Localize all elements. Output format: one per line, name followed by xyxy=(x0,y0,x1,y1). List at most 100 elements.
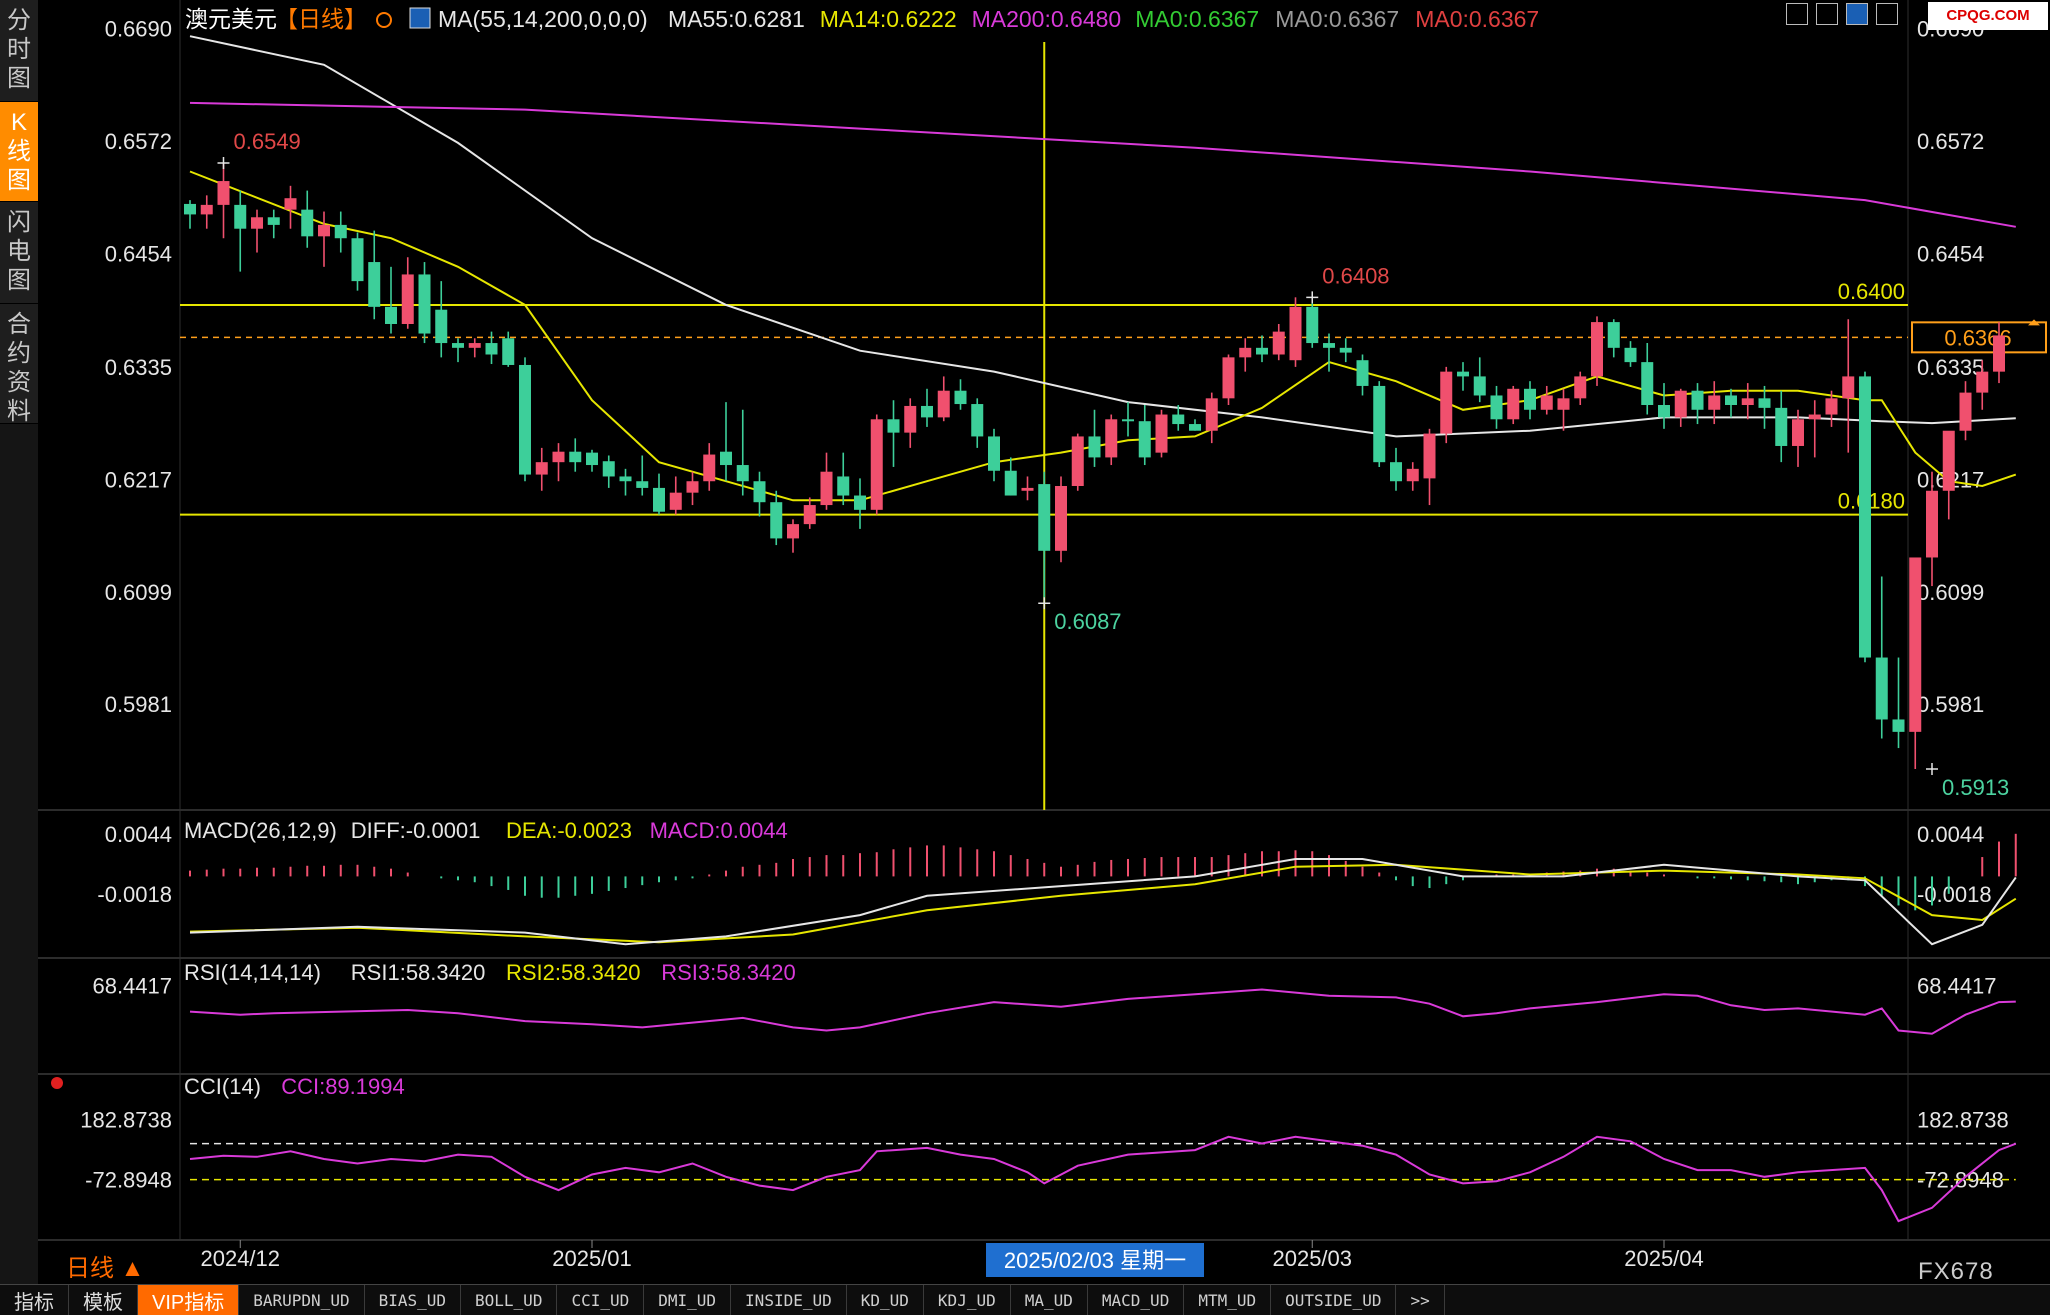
add-indicator-icon[interactable] xyxy=(376,12,392,28)
candle[interactable] xyxy=(1540,385,1553,415)
candle[interactable] xyxy=(1440,366,1453,444)
candle[interactable] xyxy=(971,398,984,448)
candle[interactable] xyxy=(1122,402,1134,437)
candle[interactable] xyxy=(1624,341,1637,367)
candle[interactable] xyxy=(586,449,598,472)
candle[interactable] xyxy=(1390,447,1402,491)
candle[interactable] xyxy=(1725,388,1737,418)
candle[interactable] xyxy=(1959,381,1972,441)
candle[interactable] xyxy=(887,400,900,467)
candle[interactable] xyxy=(1406,462,1419,491)
candle[interactable] xyxy=(1574,371,1587,405)
candle[interactable] xyxy=(787,519,799,553)
left-tab-3[interactable]: 合约资料 xyxy=(0,304,38,425)
candle[interactable] xyxy=(1306,303,1319,348)
candle[interactable] xyxy=(468,338,481,358)
candle[interactable] xyxy=(1808,400,1821,458)
candle[interactable] xyxy=(1473,357,1486,403)
candle[interactable] xyxy=(1205,392,1218,444)
candle[interactable] xyxy=(435,281,448,358)
candle[interactable] xyxy=(1155,409,1168,458)
candle[interactable] xyxy=(803,497,816,529)
candle[interactable] xyxy=(1892,657,1905,749)
candle[interactable] xyxy=(318,211,330,267)
candle[interactable] xyxy=(636,455,649,496)
candle[interactable] xyxy=(1524,381,1536,420)
candle[interactable] xyxy=(217,162,230,239)
candle[interactable] xyxy=(1775,390,1788,463)
left-tab-2[interactable]: 闪电图 xyxy=(0,202,38,304)
candle[interactable] xyxy=(284,185,297,229)
period-selector[interactable]: 日线 ▲ xyxy=(66,1248,144,1283)
layout-split-icon[interactable] xyxy=(1876,3,1898,25)
indicator-icon[interactable] xyxy=(409,7,431,29)
indicator-tab-13[interactable]: MTM_UD xyxy=(1184,1285,1272,1315)
candle[interactable] xyxy=(1239,338,1252,372)
candle[interactable] xyxy=(1607,319,1620,358)
candle[interactable] xyxy=(1859,371,1871,663)
draw-tool-icon[interactable] xyxy=(1846,3,1868,25)
candle[interactable] xyxy=(686,471,699,506)
indicator-tab-7[interactable]: DMI_UD xyxy=(644,1285,732,1315)
indicator-tab-4[interactable]: BIAS_UD xyxy=(365,1285,462,1315)
candle[interactable] xyxy=(1942,430,1955,520)
candle[interactable] xyxy=(720,402,732,482)
candle[interactable] xyxy=(385,266,397,334)
candle[interactable] xyxy=(301,190,314,248)
candle[interactable] xyxy=(1138,405,1151,466)
indicator-tab-6[interactable]: CCI_UD xyxy=(557,1285,645,1315)
candle[interactable] xyxy=(368,230,381,320)
indicator-tab-9[interactable]: KD_UD xyxy=(847,1285,924,1315)
candle[interactable] xyxy=(1373,381,1386,467)
indicator-tab-11[interactable]: MA_UD xyxy=(1011,1285,1088,1315)
candle[interactable] xyxy=(1339,338,1352,363)
candle[interactable] xyxy=(602,455,615,488)
candle[interactable] xyxy=(837,452,850,506)
candle[interactable] xyxy=(569,438,582,472)
candle[interactable] xyxy=(820,452,833,510)
candle[interactable] xyxy=(535,447,548,491)
candle[interactable] xyxy=(184,200,196,229)
indicator-tab-12[interactable]: MACD_UD xyxy=(1088,1285,1185,1315)
candle[interactable] xyxy=(1105,414,1118,466)
candle[interactable] xyxy=(1021,476,1034,501)
candle[interactable] xyxy=(234,190,247,272)
candle[interactable] xyxy=(401,257,414,329)
candle[interactable] xyxy=(1741,383,1754,420)
indicator-tab-8[interactable]: INSIDE_UD xyxy=(731,1285,847,1315)
candle[interactable] xyxy=(519,357,531,482)
candle[interactable] xyxy=(1038,471,1051,604)
candle[interactable] xyxy=(937,376,950,422)
candle[interactable] xyxy=(334,211,347,253)
candle[interactable] xyxy=(1490,385,1503,429)
candle[interactable] xyxy=(1842,319,1855,453)
candle[interactable] xyxy=(904,398,917,448)
candle[interactable] xyxy=(1222,354,1235,405)
candle[interactable] xyxy=(1356,354,1369,396)
candle[interactable] xyxy=(1875,576,1888,739)
candle[interactable] xyxy=(753,471,766,517)
candle[interactable] xyxy=(1256,335,1268,363)
layout-grid-icon[interactable] xyxy=(1786,3,1808,25)
candle[interactable] xyxy=(1088,409,1101,467)
candle[interactable] xyxy=(485,331,498,365)
candle[interactable] xyxy=(669,476,682,515)
candle[interactable] xyxy=(1071,433,1084,491)
candle[interactable] xyxy=(1423,428,1436,506)
candle[interactable] xyxy=(1004,457,1017,496)
candle[interactable] xyxy=(703,443,716,491)
indicator-tab-10[interactable]: KDJ_UD xyxy=(924,1285,1011,1315)
candle[interactable] xyxy=(770,490,783,546)
candle[interactable] xyxy=(854,478,866,529)
candle[interactable] xyxy=(452,338,464,363)
candle[interactable] xyxy=(1457,362,1469,391)
indicator-tab-15[interactable]: >> xyxy=(1396,1285,1445,1315)
candle[interactable] xyxy=(988,428,1000,482)
candle[interactable] xyxy=(351,232,364,291)
candle[interactable] xyxy=(736,409,749,496)
candle[interactable] xyxy=(1909,557,1922,770)
indicator-tab-3[interactable]: BARUPDN_UD xyxy=(239,1285,365,1315)
candle[interactable] xyxy=(1674,388,1687,427)
candle[interactable] xyxy=(552,443,565,482)
candle[interactable] xyxy=(1272,324,1285,361)
